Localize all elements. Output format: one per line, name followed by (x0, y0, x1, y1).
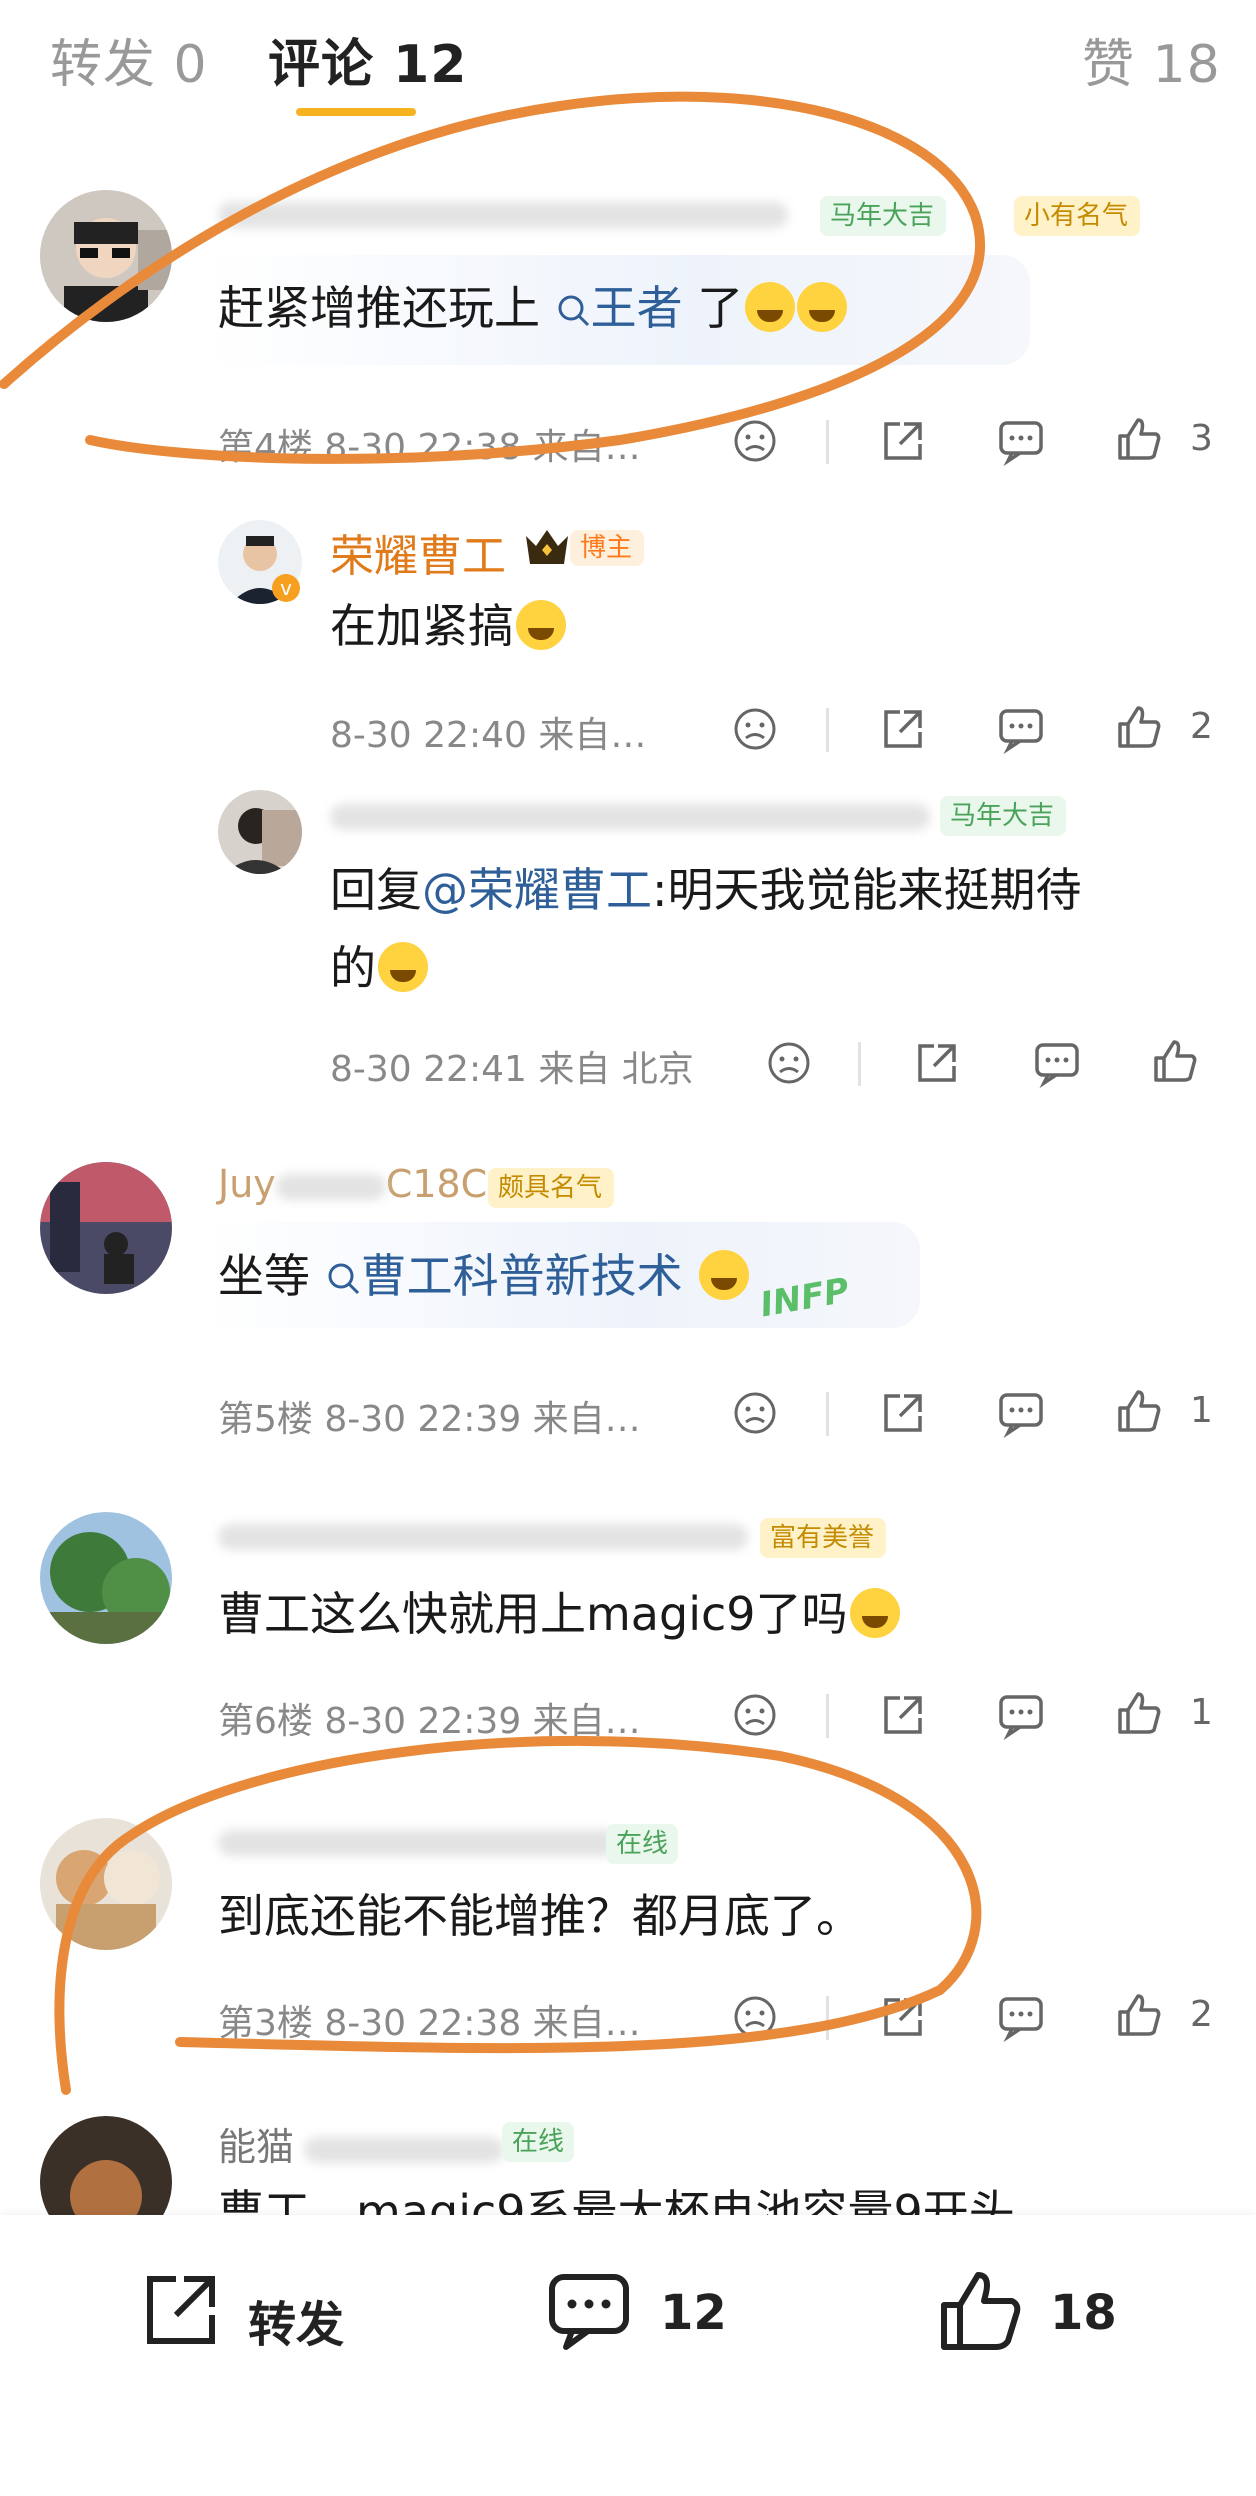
search-icon (328, 1263, 359, 1295)
verified-icon: v (272, 574, 300, 602)
reply-icon[interactable] (996, 1690, 1046, 1741)
share-icon[interactable] (878, 1992, 928, 2042)
comment-text: 坐等 曹工科普新技术 (218, 1246, 750, 1306)
emoji-icon (745, 282, 796, 332)
like-icon[interactable] (1114, 414, 1164, 464)
mention-link[interactable]: @荣耀曹工 (422, 863, 652, 917)
username[interactable] (218, 1818, 618, 1862)
reply-icon[interactable] (996, 704, 1046, 755)
thumbs-up-icon (941, 2272, 1021, 2350)
divider (826, 1996, 829, 2040)
badge: 小有名气 (1014, 196, 1141, 236)
comment-text: 曹工这么快就用上magic9了吗 (218, 1584, 900, 1644)
comment-button[interactable]: 12 (544, 2265, 744, 2365)
like-count: 2 (1190, 1994, 1213, 2035)
share-icon[interactable] (878, 704, 928, 754)
share-icon[interactable] (912, 1038, 962, 1088)
comment-meta: 8-30 22:40 来自… (330, 715, 647, 756)
divider (826, 708, 829, 752)
comment-text-line2: 的 (330, 938, 428, 998)
like-count: 18 (1050, 2285, 1117, 2341)
username[interactable]: 能猫 (218, 2116, 505, 2171)
username[interactable] (218, 1512, 748, 1556)
online-badge: 在线 (606, 1824, 679, 1864)
comment-meta: 第4楼 8-30 22:38 来自… (218, 427, 641, 468)
like-count: 2 (1190, 706, 1213, 747)
like-count: 1 (1190, 1390, 1213, 1431)
avatar[interactable] (40, 1162, 172, 1294)
repost-button[interactable]: 转发 (136, 2265, 366, 2365)
like-icon[interactable] (1150, 1036, 1200, 1086)
divider (826, 1694, 829, 1738)
badge: 马年大吉 (820, 196, 947, 236)
reply-icon[interactable] (996, 1388, 1046, 1439)
comment-meta: 第6楼 8-30 22:39 来自… (218, 1701, 641, 1742)
active-tab-indicator (296, 108, 416, 116)
badge: 富有美誉 (760, 1518, 887, 1558)
avatar[interactable] (40, 190, 172, 322)
emoji-icon (849, 1588, 900, 1638)
tab-repost[interactable]: 转发 0 (50, 22, 208, 97)
username[interactable]: Juy C18C (218, 1162, 487, 1206)
avatar[interactable] (40, 1818, 172, 1950)
dislike-icon[interactable] (730, 1388, 780, 1438)
avatar[interactable] (218, 790, 302, 874)
comment-meta: 第3楼 8-30 22:38 来自… (218, 2003, 641, 2044)
share-icon[interactable] (878, 1690, 928, 1740)
reply-icon[interactable] (1032, 1038, 1082, 1089)
comment-text: 在加紧搞 (330, 596, 566, 656)
tab-comments[interactable]: 评论 12 (268, 22, 467, 97)
online-badge: 在线 (502, 2122, 575, 2162)
dislike-icon[interactable] (730, 1992, 780, 2042)
divider (858, 1042, 861, 1086)
like-icon[interactable] (1114, 1688, 1164, 1738)
share-icon (147, 2276, 215, 2344)
dislike-icon[interactable] (730, 704, 780, 754)
like-count: 1 (1190, 1692, 1213, 1733)
like-count: 3 (1190, 418, 1213, 459)
reply-icon[interactable] (996, 1992, 1046, 2043)
repost-label: 转发 (248, 2297, 345, 2353)
avatar[interactable] (40, 1512, 172, 1644)
bottom-action-bar: 转发 12 18 (0, 2215, 1256, 2496)
username[interactable]: 荣耀曹工 (330, 520, 506, 584)
like-icon[interactable] (1114, 702, 1164, 752)
share-icon[interactable] (878, 416, 928, 466)
like-icon[interactable] (1114, 1386, 1164, 1436)
comment-meta: 8-30 22:41 来自 北京 (330, 1049, 694, 1090)
reply-icon[interactable] (996, 416, 1046, 467)
badge: 颇具名气 (488, 1168, 615, 1208)
badge: 马年大吉 (940, 796, 1067, 836)
like-icon[interactable] (1114, 1990, 1164, 2040)
topic-link[interactable]: 王者 (540, 281, 683, 335)
comment-count: 12 (660, 2285, 727, 2341)
tab-likes[interactable]: 赞 18 (1082, 22, 1221, 97)
topic-link[interactable]: 曹工科普新技术 (310, 1249, 683, 1303)
emoji-icon (797, 282, 848, 332)
like-button[interactable]: 18 (934, 2265, 1134, 2365)
dislike-icon[interactable] (730, 416, 780, 466)
dislike-icon[interactable] (764, 1038, 814, 1088)
comment-text: 赶紧增推还玩上 王者 了 (218, 278, 848, 338)
emoji-icon (516, 600, 566, 650)
emoji-icon (378, 942, 428, 992)
username[interactable] (330, 792, 930, 836)
role-badge: 博主 (570, 530, 645, 566)
comment-meta: 第5楼 8-30 22:39 来自… (218, 1399, 641, 1440)
tab-bar: 转发 0 评论 12 赞 18 (0, 0, 1256, 130)
comment-icon (549, 2274, 629, 2350)
username[interactable] (218, 190, 788, 234)
dislike-icon[interactable] (730, 1690, 780, 1740)
emoji-icon (699, 1250, 750, 1300)
crown-icon (522, 524, 572, 572)
comment-text: 到底还能不能增推？都月底了。 (218, 1889, 862, 1943)
comment-text: 回复@荣耀曹工:明天我觉能来挺期待 (330, 863, 1082, 917)
divider (826, 420, 829, 464)
share-icon[interactable] (878, 1388, 928, 1438)
divider (826, 1392, 829, 1436)
search-icon (558, 295, 589, 327)
